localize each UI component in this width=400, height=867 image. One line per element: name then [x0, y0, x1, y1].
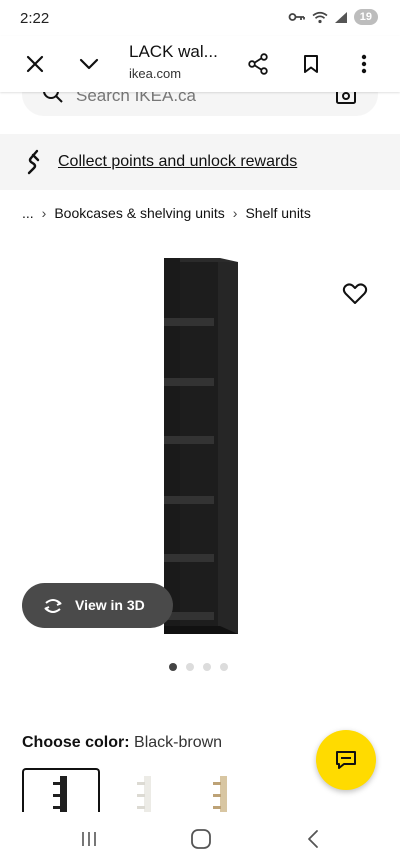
back-icon — [308, 830, 318, 848]
close-icon — [26, 55, 44, 73]
breadcrumb-ellipsis[interactable]: ... — [22, 205, 34, 221]
system-nav-bar — [0, 812, 400, 867]
status-icons: 19 — [288, 9, 378, 25]
search-area: Search IKEA.ca — [0, 92, 400, 132]
bookmark-icon — [304, 55, 318, 73]
recent-apps-button[interactable] — [74, 826, 104, 852]
rotate-3d-icon — [44, 599, 62, 613]
back-button[interactable] — [298, 826, 328, 852]
color-selector-heading: Choose color: Black-brown — [22, 734, 222, 752]
battery-icon: 19 — [353, 9, 378, 25]
search-placeholder: Search IKEA.ca — [76, 92, 197, 105]
recent-apps-icon — [82, 832, 96, 846]
carousel-dot[interactable] — [169, 663, 177, 671]
breadcrumb: ... › Bookcases & shelving units › Shelf… — [22, 205, 311, 221]
rewards-icon — [27, 149, 40, 175]
page-url: ikea.com — [129, 66, 182, 81]
carousel-indicator — [169, 663, 228, 671]
bookmark-button[interactable] — [295, 48, 327, 80]
chevron-right-icon: › — [232, 205, 238, 221]
browser-toolbar: LACK wal... ikea.com — [0, 36, 400, 92]
rewards-link[interactable]: Collect points and unlock rewards — [58, 153, 297, 171]
signal-icon — [334, 11, 347, 23]
chevron-right-icon: › — [41, 205, 47, 221]
share-button[interactable] — [242, 48, 274, 80]
status-bar: 2:22 19 — [0, 0, 400, 36]
close-button[interactable] — [19, 48, 51, 80]
view-in-3d-label: View in 3D — [75, 597, 145, 613]
search-icon — [43, 92, 63, 103]
chevron-down-icon — [79, 58, 99, 70]
collapse-button[interactable] — [73, 48, 105, 80]
more-options-button[interactable] — [348, 48, 380, 80]
favorite-button[interactable] — [342, 282, 368, 308]
color-value: Black-brown — [134, 734, 223, 751]
vpn-key-icon — [288, 13, 305, 21]
heart-icon — [342, 283, 368, 304]
home-button[interactable] — [186, 826, 216, 852]
product-image[interactable] — [160, 256, 240, 638]
camera-search-icon[interactable] — [335, 92, 357, 106]
carousel-dot[interactable] — [203, 663, 211, 671]
breadcrumb-item[interactable]: Shelf units — [245, 205, 310, 221]
status-time: 2:22 — [20, 10, 50, 27]
view-in-3d-button[interactable]: View in 3D — [22, 583, 173, 628]
rewards-banner[interactable]: Collect points and unlock rewards — [0, 134, 400, 190]
search-input[interactable]: Search IKEA.ca — [22, 92, 378, 116]
more-vert-icon — [361, 54, 367, 74]
page-title: LACK wal... — [129, 42, 218, 61]
chat-icon — [336, 751, 356, 769]
wifi-icon — [312, 11, 328, 23]
share-icon — [248, 53, 268, 75]
breadcrumb-item[interactable]: Bookcases & shelving units — [54, 205, 224, 221]
carousel-dot[interactable] — [220, 663, 228, 671]
home-icon — [191, 829, 211, 849]
chat-button[interactable] — [316, 730, 376, 790]
color-label: Choose color: — [22, 734, 130, 751]
carousel-dot[interactable] — [186, 663, 194, 671]
